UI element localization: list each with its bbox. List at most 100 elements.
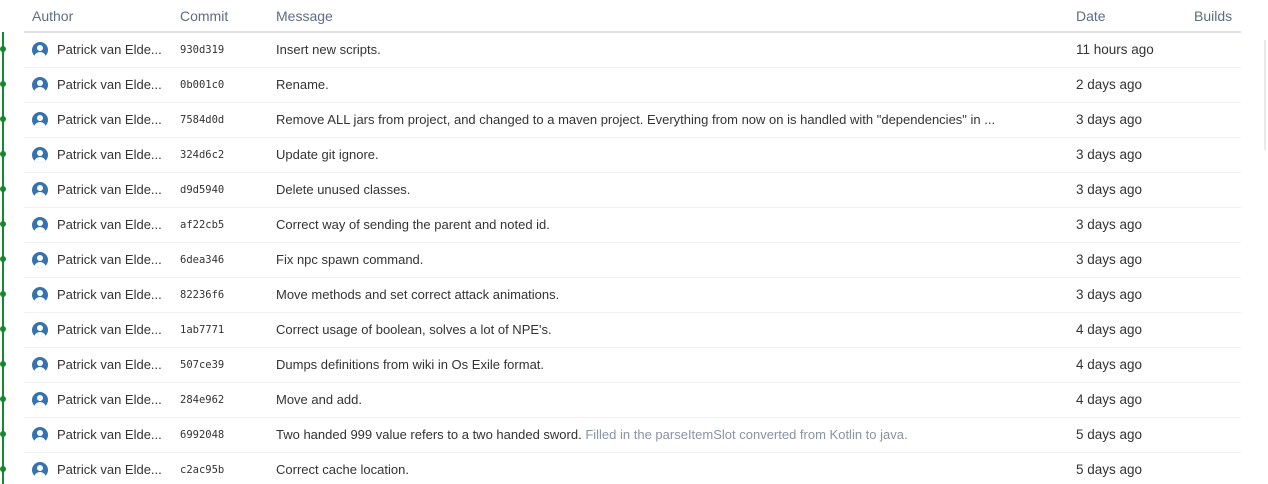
avatar-icon[interactable]	[32, 182, 48, 198]
commit-hash-link[interactable]: 1ab7771	[180, 313, 260, 347]
table-row[interactable]: Patrick van Elde... 284e962 Move and add. 4…	[24, 383, 1241, 418]
table-row[interactable]: Patrick van Elde... 930d319 Insert new scr…	[24, 33, 1241, 68]
table-row[interactable]: Patrick van Elde... 0b001c0 Rename. 2 days …	[24, 68, 1241, 103]
commit-hash-link[interactable]: 82236f6	[180, 278, 260, 312]
avatar-icon[interactable]	[32, 42, 48, 58]
commit-graph-node	[0, 326, 6, 332]
avatar-icon[interactable]	[32, 147, 48, 163]
avatar-head	[37, 465, 43, 471]
commit-message-text: Move methods and set correct attack anim…	[276, 287, 560, 302]
commit-hash-link[interactable]: c2ac95b	[180, 453, 260, 484]
avatar-body	[34, 122, 46, 128]
commit-graph-node	[0, 466, 6, 472]
column-header-message: Message	[276, 8, 333, 24]
commit-message-text: Insert new scripts.	[276, 42, 381, 57]
avatar-icon[interactable]	[32, 357, 48, 373]
avatar-head	[37, 325, 43, 331]
commit-hash-link[interactable]: af22cb5	[180, 208, 260, 242]
table-row[interactable]: Patrick van Elde... 507ce39 Dumps definiti…	[24, 348, 1241, 383]
table-row[interactable]: Patrick van Elde... c2ac95b Correct cache …	[24, 453, 1241, 484]
avatar-body	[34, 262, 46, 268]
commit-hash-link[interactable]: 930d319	[180, 33, 260, 67]
commit-hash-link[interactable]: 0b001c0	[180, 68, 260, 102]
commit-date: 5 days ago	[1076, 427, 1143, 442]
commit-date: 3 days ago	[1076, 287, 1143, 302]
avatar-icon[interactable]	[32, 252, 48, 268]
table-header: Author Commit Message Date Builds	[24, 0, 1241, 33]
commit-hash-link[interactable]: 284e962	[180, 383, 260, 417]
table-row[interactable]: Patrick van Elde... 6992048 Two handed 999…	[24, 418, 1241, 453]
author-name[interactable]: Patrick van Elde...	[57, 103, 169, 137]
commit-graph-node	[0, 151, 6, 157]
avatar-head	[37, 220, 43, 226]
author-name[interactable]: Patrick van Elde...	[57, 243, 169, 277]
avatar-icon[interactable]	[32, 427, 48, 443]
avatar-head	[37, 360, 43, 366]
author-name[interactable]: Patrick van Elde...	[57, 173, 169, 207]
avatar-head	[37, 45, 43, 51]
avatar-head	[37, 430, 43, 436]
commit-hash-link[interactable]: 6992048	[180, 418, 260, 452]
commit-hash-link[interactable]: d9d5940	[180, 173, 260, 207]
scrollbar[interactable]	[1264, 40, 1266, 150]
commit-date: 4 days ago	[1076, 322, 1143, 337]
author-name[interactable]: Patrick van Elde...	[57, 208, 169, 242]
avatar-icon[interactable]	[32, 77, 48, 93]
commit-hash-link[interactable]: 324d6c2	[180, 138, 260, 172]
author-name[interactable]: Patrick van Elde...	[57, 68, 169, 102]
table-row[interactable]: Patrick van Elde... 1ab7771 Correct usage …	[24, 313, 1241, 348]
commit-message: Correct usage of boolean, solves a lot o…	[276, 313, 1051, 347]
table-row[interactable]: Patrick van Elde... 6dea346 Fix npc spawn …	[24, 243, 1241, 278]
commit-message-text: Move and add.	[276, 392, 363, 407]
avatar-body	[34, 52, 46, 58]
column-header-builds: Builds	[1194, 8, 1233, 24]
column-header-author: Author	[32, 8, 74, 24]
commit-message: Fix npc spawn command.	[276, 243, 1051, 277]
table-body: Patrick van Elde... 930d319 Insert new scr…	[24, 33, 1241, 484]
commit-message-extra: Filled in the parseItemSlot converted fr…	[585, 427, 908, 442]
table-row[interactable]: Patrick van Elde... d9d5940 Delete unused …	[24, 173, 1241, 208]
commit-message: Move methods and set correct attack anim…	[276, 278, 1051, 312]
author-name[interactable]: Patrick van Elde...	[57, 418, 169, 452]
commit-message-text: Update git ignore.	[276, 147, 379, 162]
avatar-body	[34, 402, 46, 408]
commit-message-text: Two handed 999 value refers to a two han…	[276, 427, 582, 442]
avatar-icon[interactable]	[32, 112, 48, 128]
commit-date: 4 days ago	[1076, 357, 1143, 372]
avatar-icon[interactable]	[32, 462, 48, 478]
avatar-icon[interactable]	[32, 287, 48, 303]
commit-hash-link[interactable]: 7584d0d	[180, 103, 260, 137]
table-row[interactable]: Patrick van Elde... 82236f6 Move methods a…	[24, 278, 1241, 313]
column-header-date: Date	[1076, 8, 1106, 24]
author-name[interactable]: Patrick van Elde...	[57, 278, 169, 312]
author-name[interactable]: Patrick van Elde...	[57, 453, 169, 484]
commit-graph-node	[0, 256, 6, 262]
author-name[interactable]: Patrick van Elde...	[57, 383, 169, 417]
table-row[interactable]: Patrick van Elde... 324d6c2 Update git ign…	[24, 138, 1241, 173]
commit-message-text: Fix npc spawn command.	[276, 252, 424, 267]
commit-graph-node	[0, 46, 6, 52]
avatar-body	[34, 437, 46, 443]
commit-hash-link[interactable]: 507ce39	[180, 348, 260, 382]
table-row[interactable]: Patrick van Elde... af22cb5 Correct way of…	[24, 208, 1241, 243]
author-name[interactable]: Patrick van Elde...	[57, 313, 169, 347]
author-name[interactable]: Patrick van Elde...	[57, 138, 169, 172]
author-name[interactable]: Patrick van Elde...	[57, 33, 169, 67]
commit-message-text: Remove ALL jars from project, and change…	[276, 112, 996, 127]
commit-date: 3 days ago	[1076, 147, 1143, 162]
commit-graph-node	[0, 361, 6, 367]
avatar-head	[37, 150, 43, 156]
avatar-body	[34, 332, 46, 338]
author-name[interactable]: Patrick van Elde...	[57, 348, 169, 382]
avatar-icon[interactable]	[32, 392, 48, 408]
avatar-icon[interactable]	[32, 217, 48, 233]
commit-hash-link[interactable]: 6dea346	[180, 243, 260, 277]
table-row[interactable]: Patrick van Elde... 7584d0d Remove ALL jar…	[24, 103, 1241, 138]
commit-date: 5 days ago	[1076, 462, 1143, 477]
commit-date: 11 hours ago	[1076, 42, 1154, 57]
avatar-head	[37, 115, 43, 121]
commit-graph-node	[0, 186, 6, 192]
commit-message-text: Rename.	[276, 77, 329, 92]
avatar-icon[interactable]	[32, 322, 48, 338]
commit-date: 3 days ago	[1076, 217, 1143, 232]
